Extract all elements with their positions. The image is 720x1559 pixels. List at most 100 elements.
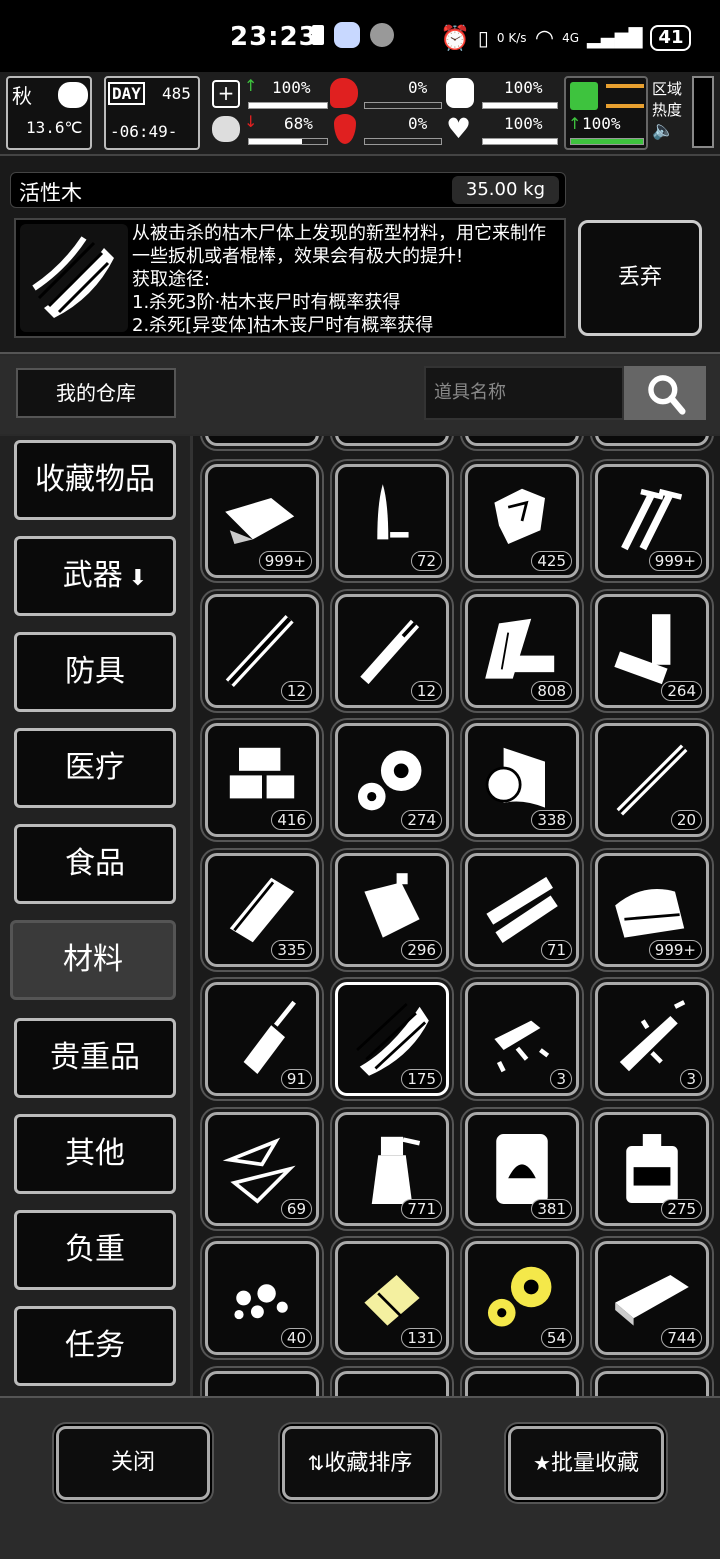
item-slot[interactable]: 275 [595, 1111, 709, 1226]
item-slot[interactable]: 999+ [205, 464, 319, 578]
zone-label: 区域 [652, 80, 683, 98]
item-slot[interactable]: 264 [595, 593, 709, 708]
item-slot[interactable]: 40 [205, 1241, 319, 1355]
item-slot-partial[interactable] [335, 1370, 449, 1396]
my-warehouse-button[interactable]: 我的仓库 [16, 368, 176, 418]
brain-bar [248, 138, 328, 145]
category-armor[interactable]: 防具 [14, 632, 176, 712]
item-slot[interactable]: 808 [465, 593, 579, 708]
item-slot-partial[interactable] [465, 1370, 579, 1396]
item-slot-partial[interactable] [595, 1370, 709, 1396]
item-grid: 999+ 72 425 999+ 12 12 808 264 416 274 338 20 335 296… [190, 436, 720, 1396]
zone-heat[interactable]: 区域 热度 🔈 [652, 78, 688, 152]
item-slot[interactable]: 69 [205, 1111, 319, 1226]
stat-blood: 0% [330, 114, 442, 148]
star-icon: ★ [533, 1451, 551, 1475]
stat-armor: 100% [446, 78, 558, 112]
item-slot[interactable]: 425 [465, 464, 579, 578]
stat-value: 0% [408, 114, 428, 133]
item-slot-partial[interactable] [465, 436, 579, 446]
item-slot[interactable]: 416 [205, 723, 319, 837]
stat-value: 100% [272, 78, 311, 97]
category-favorites[interactable]: 收藏物品 [14, 440, 176, 520]
item-slot[interactable]: 999+ [595, 464, 709, 578]
item-slot[interactable]: 91 [205, 982, 319, 1096]
game-hud: 秋 13.6℃ DAY 485 -06:49- + ↑ 100% ↓ 68% 0… [0, 72, 720, 156]
item-count: 3 [550, 1069, 572, 1089]
item-slot[interactable]: 71 [465, 852, 579, 967]
item-count: 72 [410, 551, 442, 571]
sort-arrows-icon: ⇅ [307, 1451, 325, 1475]
heat-meter [692, 76, 714, 148]
item-slot[interactable]: 744 [595, 1241, 709, 1355]
item-count: 771 [401, 1198, 442, 1219]
item-count: 3 [680, 1069, 702, 1089]
category-food[interactable]: 食品 [14, 824, 176, 904]
item-slot[interactable]: 296 [335, 852, 449, 967]
drop-button[interactable]: 丢弃 [578, 220, 702, 336]
item-slot[interactable]: 274 [335, 723, 449, 837]
system-icons: ⏰ ▯ 0 K/s ◠ 4G ▂▄▆█ 41 [440, 24, 692, 52]
item-count: 381 [531, 1198, 572, 1219]
category-medical[interactable]: 医疗 [14, 728, 176, 808]
item-count: 12 [410, 680, 442, 701]
item-slot[interactable]: 3 [465, 982, 579, 1096]
armor-icon [446, 78, 474, 108]
item-count: 12 [280, 680, 312, 701]
day-panel: DAY 485 -06:49- [104, 76, 200, 150]
sort-favorites-button[interactable]: ⇅收藏排序 [282, 1426, 438, 1500]
item-count: 71 [540, 939, 572, 960]
item-slot[interactable]: 175 [335, 982, 449, 1096]
category-sidebar: 收藏物品 武器 ⬇ 防具 医疗 食品 材料 贵重品 其他 负重 任务 [0, 436, 190, 1396]
active-wood-icon [20, 224, 128, 332]
item-count: 338 [531, 810, 572, 830]
batch-favorite-button[interactable]: ★批量收藏 [508, 1426, 664, 1500]
day-number: 485 [162, 84, 191, 103]
item-count: 275 [661, 1198, 702, 1219]
battery-icon: 41 [650, 25, 692, 51]
close-button[interactable]: 关闭 [56, 1426, 210, 1500]
item-slot[interactable]: 54 [465, 1241, 579, 1355]
stat-brain: ↓ 68% [212, 112, 328, 148]
stat-health: + ↑ 100% [212, 76, 328, 112]
category-valuables[interactable]: 贵重品 [14, 1018, 176, 1098]
item-slot[interactable]: 3 [595, 982, 709, 1096]
category-weapons[interactable]: 武器 ⬇ [14, 536, 176, 616]
blood-bar [364, 138, 442, 145]
item-slot[interactable]: 12 [335, 593, 449, 708]
item-slot[interactable]: 131 [335, 1241, 449, 1355]
category-materials[interactable]: 材料 [10, 920, 176, 1000]
item-count: 335 [271, 939, 312, 960]
item-count: 175 [401, 1069, 442, 1089]
item-slot[interactable]: 335 [205, 852, 319, 967]
category-quests[interactable]: 任务 [14, 1306, 176, 1386]
item-count: 425 [531, 551, 572, 571]
category-load[interactable]: 负重 [14, 1210, 176, 1290]
heart-bar [482, 138, 558, 145]
notification-icons [312, 22, 394, 48]
category-other[interactable]: 其他 [14, 1114, 176, 1194]
item-slot-partial[interactable] [595, 436, 709, 446]
item-count: 54 [540, 1328, 572, 1348]
stat-value: 100% [582, 114, 621, 133]
item-slot[interactable]: 771 [335, 1111, 449, 1226]
item-name: 活性木 [19, 181, 82, 205]
item-slot-partial[interactable] [205, 1370, 319, 1396]
item-slot-partial[interactable] [205, 436, 319, 446]
item-slot-partial[interactable] [335, 436, 449, 446]
stat-value: 100% [504, 78, 543, 97]
item-slot[interactable]: 999+ [595, 852, 709, 967]
item-weight: 35.00 kg [451, 176, 559, 204]
search-input[interactable]: 道具名称 [424, 366, 624, 420]
item-slot[interactable]: 12 [205, 593, 319, 708]
item-slot[interactable]: 381 [465, 1111, 579, 1226]
item-slot[interactable]: 72 [335, 464, 449, 578]
cloud-icon [58, 82, 88, 108]
net-speed: 0 K/s [496, 31, 527, 45]
armor-bar [482, 102, 558, 109]
search-button[interactable] [624, 366, 706, 420]
stat-value: 100% [504, 114, 543, 133]
item-slot[interactable]: 338 [465, 723, 579, 837]
item-slot[interactable]: 20 [595, 723, 709, 837]
stamina-panel: ↑ 100% [564, 76, 648, 150]
